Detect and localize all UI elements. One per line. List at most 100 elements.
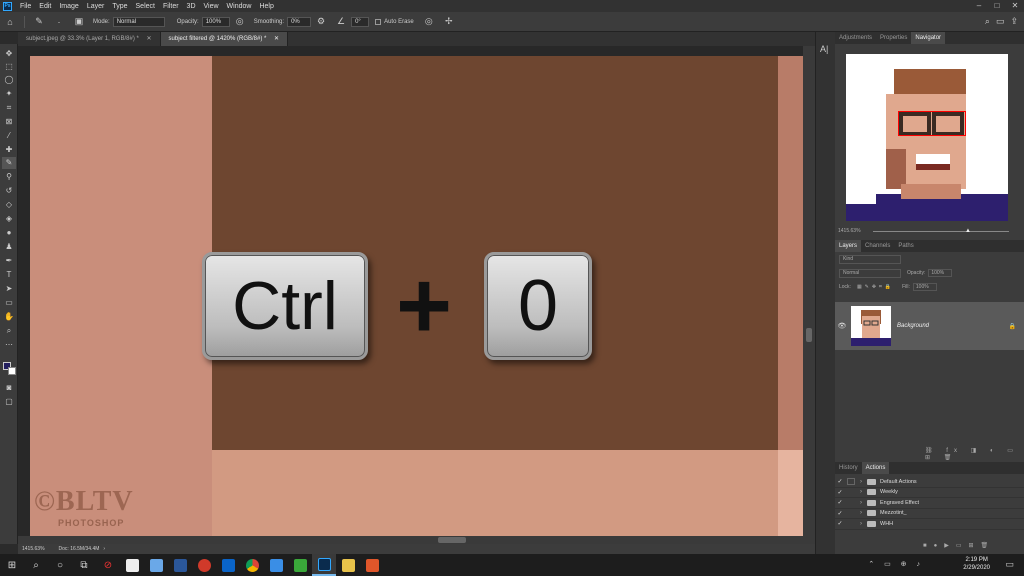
expand-arrow-icon[interactable]: › <box>857 510 865 516</box>
file-app-icon[interactable] <box>120 554 144 576</box>
menu-3d[interactable]: 3D <box>187 3 196 10</box>
type-tool-icon[interactable]: T <box>2 269 16 281</box>
shape-tool-icon[interactable]: ▭ <box>2 297 16 309</box>
eyedropper-tool-icon[interactable]: ⁄ <box>2 130 16 142</box>
photoshop-app-icon[interactable] <box>312 554 336 576</box>
vertical-scrollbar[interactable] <box>803 46 815 544</box>
layer-filter-kind[interactable]: Kind <box>839 254 901 264</box>
screen-mode-icon[interactable]: ▢ <box>2 396 16 408</box>
navigator-view-box[interactable] <box>898 111 966 136</box>
status-zoom[interactable]: 1415.63% <box>22 546 45 552</box>
status-arrow-icon[interactable]: › <box>103 546 105 552</box>
action-set-engraved-effect[interactable]: ✓ › Engraved Effect <box>835 498 1024 509</box>
navigator-thumbnail[interactable] <box>846 54 1008 221</box>
layer-visibility-eye-icon[interactable]: 👁 <box>835 322 849 330</box>
pressure-size-icon[interactable]: ◎ <box>422 15 436 29</box>
horizontal-scroll-thumb[interactable] <box>438 537 466 543</box>
blur-tool-icon[interactable]: ● <box>2 227 16 239</box>
pencil-tool-icon[interactable]: ✎ <box>2 157 16 169</box>
menu-type[interactable]: Type <box>112 3 127 10</box>
magic-wand-tool-icon[interactable]: ✦ <box>2 88 16 100</box>
frame-tool-icon[interactable]: ⊠ <box>2 116 16 128</box>
search-icon[interactable]: ⌕ <box>985 16 990 27</box>
tab-close-icon[interactable]: ✕ <box>147 36 152 42</box>
menu-window[interactable]: Window <box>227 3 252 10</box>
tab-channels[interactable]: Channels <box>861 240 894 252</box>
workspace-icon[interactable]: ▭ <box>996 16 1005 27</box>
path-selection-tool-icon[interactable]: ➤ <box>2 283 16 295</box>
menu-view[interactable]: View <box>204 3 219 10</box>
action-set-weekly[interactable]: ✓ › Weekly <box>835 488 1024 498</box>
quick-mask-icon[interactable]: ◙ <box>2 382 16 394</box>
lasso-tool-icon[interactable]: ◯ <box>2 74 16 86</box>
healing-brush-tool-icon[interactable]: ✚ <box>2 144 16 156</box>
canvas-area[interactable]: Ctrl + 0 ©BLTV PHOTOSHOP <box>18 46 815 544</box>
pressure-opacity-icon[interactable]: ◎ <box>233 15 247 29</box>
minimize-icon[interactable]: – <box>970 0 988 12</box>
navigator-zoom-thumb[interactable]: ▲ <box>965 228 971 234</box>
marquee-tool-icon[interactable]: ⬚ <box>2 61 16 73</box>
media-app-icon[interactable] <box>192 554 216 576</box>
menu-edit[interactable]: Edit <box>39 3 51 10</box>
eraser-tool-icon[interactable]: ◇ <box>2 199 16 211</box>
expand-arrow-icon[interactable]: › <box>857 489 865 495</box>
auto-erase-checkbox[interactable] <box>375 18 382 25</box>
expand-arrow-icon[interactable]: › <box>857 479 865 485</box>
menu-help[interactable]: Help <box>259 3 273 10</box>
dodge-tool-icon[interactable]: ♟ <box>2 241 16 253</box>
search-icon[interactable]: ⌕ <box>24 554 48 576</box>
menu-file[interactable]: File <box>20 3 31 10</box>
move-tool-icon[interactable]: ✥ <box>2 48 16 60</box>
action-dialog-toggle[interactable] <box>847 478 855 486</box>
tab-properties[interactable]: Properties <box>876 32 911 44</box>
action-check-icon[interactable]: ✓ <box>835 510 845 517</box>
opacity-field[interactable]: 100% <box>201 16 230 27</box>
file-explorer-icon[interactable] <box>336 554 360 576</box>
home-icon[interactable]: ⌂ <box>3 15 17 29</box>
tab-adjustments[interactable]: Adjustments <box>835 32 876 44</box>
blend-mode-select[interactable]: Normal <box>839 268 901 278</box>
lock-options-icon[interactable]: ▦✎✥⌗🔒 <box>857 284 894 290</box>
clone-stamp-tool-icon[interactable]: ⚲ <box>2 171 16 183</box>
action-check-icon[interactable]: ✓ <box>835 478 845 485</box>
brush-size-icon[interactable]: · <box>52 15 66 29</box>
action-check-icon[interactable]: ✓ <box>835 499 845 506</box>
menu-layer[interactable]: Layer <box>87 3 105 10</box>
layers-footer-icons[interactable]: ⛓ fx ◨ ◐ ▭ ⊞ 🗑 <box>925 447 1024 461</box>
menu-image[interactable]: Image <box>59 3 78 10</box>
layer-name[interactable]: Background <box>897 323 929 329</box>
notes-app-icon[interactable] <box>264 554 288 576</box>
tab-actions[interactable]: Actions <box>861 462 890 474</box>
tab-navigator[interactable]: Navigator <box>911 32 946 44</box>
task-view-icon[interactable]: ⧉ <box>72 554 96 576</box>
pen-tool-icon[interactable]: ✒ <box>2 255 16 267</box>
layer-opacity-field[interactable]: 100% <box>928 269 953 277</box>
tab-layers[interactable]: Layers <box>835 240 862 252</box>
maximize-icon[interactable]: □ <box>988 0 1006 12</box>
history-brush-tool-icon[interactable]: ↺ <box>2 185 16 197</box>
vertical-scroll-thumb[interactable] <box>806 328 812 342</box>
edit-toolbar-icon[interactable]: ⋯ <box>2 339 16 351</box>
layer-row-background[interactable]: 👁 Background 🔒 <box>835 302 1024 350</box>
recorder-app-icon[interactable] <box>360 554 384 576</box>
share-icon[interactable]: ⇪ <box>1010 16 1018 27</box>
expand-arrow-icon[interactable]: › <box>857 521 865 527</box>
angle-field[interactable]: 0° <box>351 16 370 27</box>
navigator-zoom-slider[interactable] <box>873 231 1009 232</box>
character-panel-icon[interactable]: A| <box>820 44 828 54</box>
navigator-zoom-value[interactable]: 1415.63% <box>838 228 861 234</box>
paint-bucket-tool-icon[interactable]: ◈ <box>2 213 16 225</box>
action-set-mezzotint[interactable]: ✓ › Mezzotint_ <box>835 509 1024 519</box>
tab-subject-jpeg[interactable]: subject.jpeg @ 33.3% (Layer 1, RGB/8#) *… <box>18 32 161 46</box>
tab-close-icon[interactable]: ✕ <box>274 36 279 42</box>
tab-paths[interactable]: Paths <box>894 240 917 252</box>
photos-app-icon[interactable] <box>144 554 168 576</box>
hand-tool-icon[interactable]: ✋ <box>2 311 16 323</box>
expand-arrow-icon[interactable]: › <box>857 500 865 506</box>
layer-fill-field[interactable]: 100% <box>912 283 937 291</box>
tab-history[interactable]: History <box>835 462 862 474</box>
actions-footer-icons[interactable]: ■●▶▭⊞🗑 <box>923 542 995 549</box>
action-check-icon[interactable]: ✓ <box>835 489 845 496</box>
smoothing-options-gear-icon[interactable]: ⚙ <box>314 15 328 29</box>
notifications-icon[interactable]: ▭ <box>1005 559 1014 570</box>
